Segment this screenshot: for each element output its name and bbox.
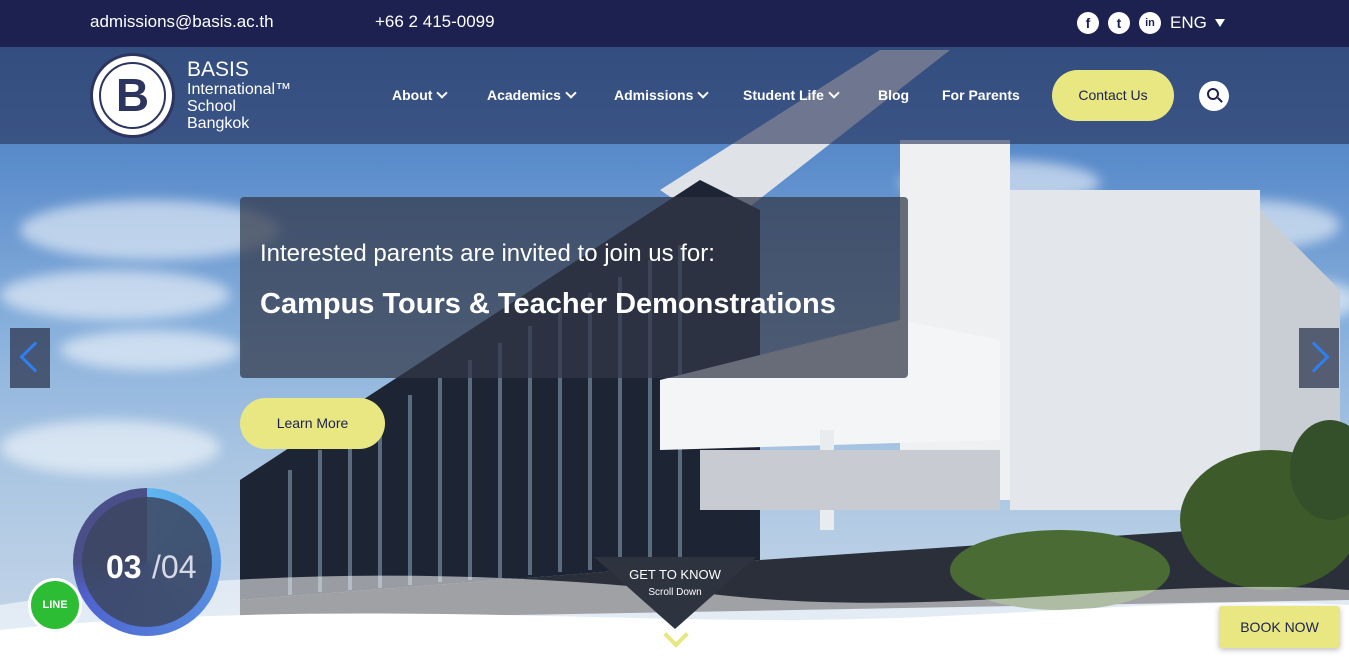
logo-line-1: BASIS <box>187 58 249 81</box>
hero-intro: Interested parents are invited to join u… <box>260 240 715 267</box>
nav-item-student-life[interactable]: Student Life <box>743 87 840 103</box>
chevron-right-icon <box>1298 341 1330 373</box>
slide-current: 03 <box>106 549 142 585</box>
email-link[interactable]: admissions@basis.ac.th <box>90 12 274 32</box>
logo-line-2: International™ <box>187 81 292 98</box>
nav-item-label: For Parents <box>942 87 1020 103</box>
linkedin-icon[interactable]: in <box>1139 12 1161 34</box>
hero-headline: Campus Tours & Teacher Demonstrations <box>260 288 836 320</box>
chevron-left-icon <box>19 341 51 373</box>
language-selector[interactable]: ENG <box>1170 13 1207 33</box>
facebook-icon[interactable]: f <box>1077 12 1099 34</box>
contact-us-button[interactable]: Contact Us <box>1052 70 1174 121</box>
chevron-down-icon <box>828 87 840 99</box>
nav-item-blog[interactable]: Blog <box>878 87 909 103</box>
logo-line-4: Bangkok <box>187 115 250 132</box>
search-button[interactable] <box>1199 81 1229 111</box>
slide-counter: 03 /04 <box>73 488 221 636</box>
caret-down-icon[interactable] <box>1215 19 1225 27</box>
nav-item-label: Student Life <box>743 87 824 103</box>
logo-mark: B <box>99 62 166 129</box>
slide-total: /04 <box>152 549 197 585</box>
learn-more-button[interactable]: Learn More <box>240 398 385 449</box>
nav-item-label: Blog <box>878 87 910 103</box>
twitter-icon[interactable]: t <box>1108 12 1130 34</box>
main-navigation: B BASIS International™ School Bangkok Ab… <box>0 47 1349 144</box>
chevron-down-icon <box>697 87 710 99</box>
scroll-title: GET TO KNOW <box>629 567 721 582</box>
scroll-down-label[interactable]: GET TO KNOW Scroll Down <box>594 557 756 629</box>
slider-next-button[interactable] <box>1298 328 1339 388</box>
chevron-down-icon <box>436 87 449 99</box>
hero-announcement-panel: Interested parents are invited to join u… <box>240 197 908 378</box>
nav-item-academics[interactable]: Academics <box>487 87 577 103</box>
line-chat-button[interactable]: LINE <box>28 578 82 632</box>
logo-text[interactable]: BASIS International™ School Bangkok <box>187 58 292 133</box>
logo-line-3: School <box>187 98 236 115</box>
book-now-button[interactable]: BOOK NOW <box>1219 606 1340 648</box>
logo[interactable]: B <box>90 53 175 138</box>
slider-prev-button[interactable] <box>10 328 51 388</box>
chevron-down-icon <box>565 87 577 99</box>
phone-link[interactable]: +66 2 415-0099 <box>375 12 495 32</box>
nav-item-admissions[interactable]: Admissions <box>614 87 710 103</box>
top-bar: admissions@basis.ac.th +66 2 415-0099 f … <box>0 0 1349 47</box>
nav-item-for-parents[interactable]: For Parents <box>942 87 1020 103</box>
nav-item-label: Academics <box>487 87 561 103</box>
nav-item-label: About <box>392 87 433 103</box>
nav-item-about[interactable]: About <box>392 87 449 103</box>
scroll-subtitle: Scroll Down <box>648 587 702 598</box>
nav-item-label: Admissions <box>614 87 694 103</box>
